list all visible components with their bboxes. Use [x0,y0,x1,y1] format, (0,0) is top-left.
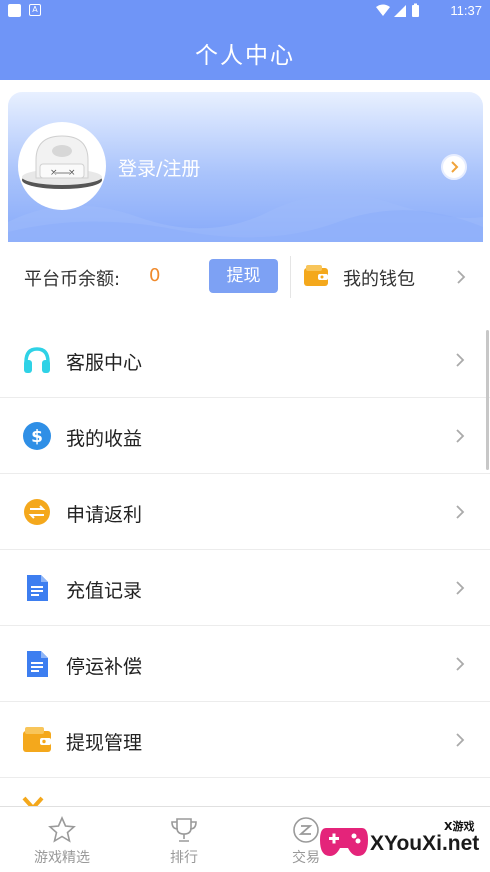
app-notification-icon: A [29,4,41,16]
menu-item-label: 申请返利 [66,504,143,526]
chevron-right-icon [451,161,459,173]
login-register-link[interactable]: 登录/注册 [118,154,200,181]
menu-item-apply-rebate[interactable]: 申请返利 [0,474,490,550]
menu-item-customer-service[interactable]: 客服中心 [0,322,490,398]
profile-arrow-button[interactable] [441,154,467,180]
menu-list: 客服中心 $ 我的收益 申请返利 充值记录 停运补偿 提现管理 [0,322,490,818]
chevron-right-icon [456,733,465,747]
chevron-right-icon [456,505,465,519]
chevron-right-icon [456,429,465,443]
svg-text:$: $ [31,427,43,447]
menu-item-service-compensation[interactable]: 停运补偿 [0,626,490,702]
status-bar: A 11:37 [0,0,490,22]
signal-battery-icons [376,3,419,17]
chevron-right-icon [456,581,465,595]
gamepad-logo-icon [320,828,368,856]
watermark-text: XYouXi.net [370,832,480,855]
clock: 11:37 [450,3,482,18]
trophy-icon [171,818,197,842]
chevron-right-icon [456,353,465,367]
menu-item-label: 充值记录 [66,580,143,602]
menu-item-label: 客服中心 [66,352,143,374]
menu-item-recharge-records[interactable]: 充值记录 [0,550,490,626]
divider [290,256,291,298]
exchange-icon [24,499,50,525]
menu-item-withdraw-management[interactable]: 提现管理 [0,702,490,778]
star-icon [48,816,76,843]
document-icon [27,651,48,677]
tab-label: 排行 [170,850,198,866]
watermark: X游戏 XYouXi.net [318,812,488,870]
menu-item-label: 停运补偿 [66,656,143,678]
scrollbar[interactable] [486,330,489,470]
tab-label: 游戏精选 [34,850,90,866]
tab-featured-games[interactable]: 游戏精选 [12,807,112,872]
profile-card[interactable]: × × 登录/注册 [8,92,483,242]
robot-avatar-icon: × × [22,135,102,189]
page-title: 个人中心 [195,43,295,69]
my-wallet-link[interactable]: 我的钱包 [343,265,415,291]
dollar-icon: $ [23,422,51,450]
menu-item-label: 我的收益 [66,428,143,450]
chevron-right-icon[interactable] [455,269,467,285]
wallet-icon [23,727,51,752]
title-bar: 个人中心 [0,22,490,80]
balance-bar: 平台币余额: 0 提现 我的钱包 [8,242,483,312]
withdraw-button[interactable]: 提现 [209,259,278,293]
notification-icon [8,4,21,17]
avatar[interactable]: × × [18,122,106,210]
balance-label: 平台币余额: [24,269,121,290]
document-icon [27,575,48,601]
trade-icon [293,817,319,843]
wallet-icon [304,265,328,286]
tab-ranking[interactable]: 排行 [134,807,234,872]
headphones-icon [24,347,50,373]
menu-item-my-earnings[interactable]: $ 我的收益 [0,398,490,474]
balance-value: 0 [149,265,161,286]
chevron-right-icon [456,657,465,671]
menu-item-label: 提现管理 [66,732,143,754]
